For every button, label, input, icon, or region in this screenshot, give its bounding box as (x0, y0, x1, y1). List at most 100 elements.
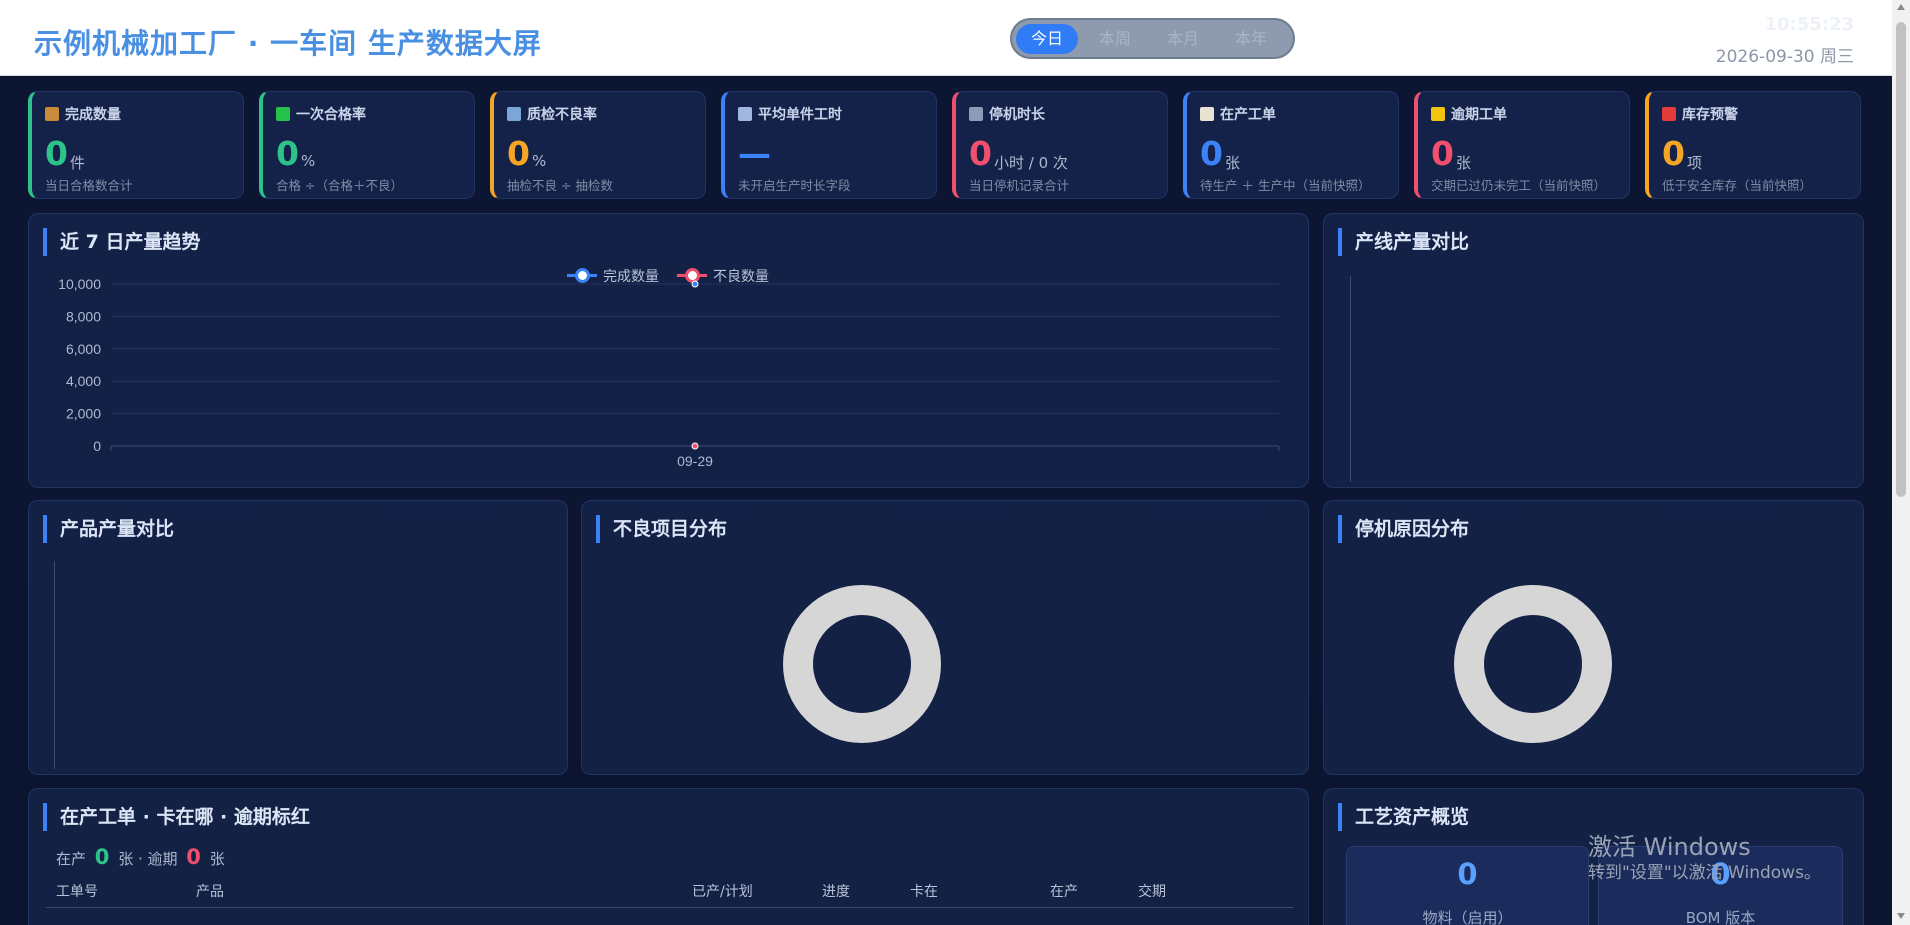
asset-card-materials[interactable]: 0 物料（启用） (1346, 846, 1589, 925)
kpi-unit: 小时 / 0 次 (994, 154, 1068, 172)
kpi-title-text: 一次合格率 (296, 107, 366, 123)
scroll-down-arrow-icon[interactable] (1897, 913, 1905, 919)
kpi-card: 库存预警 0 项低于安全库存（当前快照） (1645, 91, 1861, 199)
kpi-subtitle: 合格 ÷（合格＋不良） (276, 178, 403, 193)
kpi-value: 0 (276, 134, 299, 173)
pause-icon (969, 107, 983, 121)
kpi-title: 完成数量 (45, 104, 121, 124)
kpi-title-text: 完成数量 (65, 107, 121, 123)
kpi-subtitle: 当日合格数合计 (45, 178, 133, 193)
kpi-title-text: 平均单件工时 (758, 107, 842, 123)
kpi-title: 一次合格率 (276, 104, 366, 124)
ledger-icon (45, 107, 59, 121)
activation-watermark-title: 激活 Windows (1588, 833, 1751, 861)
panel-title: 在产工单 · 卡在哪 · 逾期标红 (43, 803, 310, 831)
panel-title: 停机原因分布 (1338, 515, 1469, 543)
kpi-unit: 项 (1687, 154, 1703, 172)
kpi-title: 库存预警 (1662, 104, 1738, 124)
kpi-value: 0 (1431, 134, 1454, 173)
kpi-value: — (738, 134, 771, 173)
defect-dist-panel: 不良项目分布 (581, 500, 1309, 775)
kpi-value: 0 (45, 134, 68, 173)
clock: 10:55:23 (1764, 14, 1854, 35)
panel-title: 产线产量对比 (1338, 228, 1469, 256)
kpi-value: 0 (969, 134, 992, 173)
y-tick-label: 4,000 (66, 373, 101, 389)
y-tick-label: 8,000 (66, 308, 101, 324)
column-header-stuck-at[interactable]: 卡在 (910, 881, 938, 901)
panel-title: 工艺资产概览 (1338, 803, 1469, 831)
column-header-in-process[interactable]: 在产 (1050, 881, 1078, 901)
kpi-title: 在产工单 (1200, 104, 1276, 124)
panel-title: 不良项目分布 (596, 515, 727, 543)
summary-prefix: 在产 (56, 850, 87, 868)
defect-donut-chart (783, 585, 941, 743)
warning-icon (1431, 107, 1445, 121)
kpi-unit: % (532, 152, 547, 170)
chart-axis (54, 561, 55, 769)
tab-month[interactable]: 本月 (1152, 24, 1214, 54)
tab-week[interactable]: 本周 (1084, 24, 1146, 54)
scroll-thumb[interactable] (1896, 22, 1906, 497)
kpi-card: 完成数量 0 件当日合格数合计 (28, 91, 244, 199)
kpi-subtitle: 待生产 ＋ 生产中（当前快照） (1200, 178, 1371, 193)
kpi-value: 0 (1200, 134, 1223, 173)
summary-mid: 张 · 逾期 (118, 850, 178, 868)
kpi-card: 一次合格率 0% 合格 ÷（合格＋不良） (259, 91, 475, 199)
kpi-unit: % (301, 152, 316, 170)
page-scrollbar[interactable] (1892, 0, 1910, 925)
kpi-title-text: 在产工单 (1220, 107, 1276, 123)
kpi-value: 0 (1662, 134, 1685, 173)
kpi-unit: 件 (70, 154, 86, 172)
kpi-title: 质检不良率 (507, 104, 597, 124)
kpi-subtitle: 未开启生产时长字段 (738, 178, 851, 193)
kpi-title: 停机时长 (969, 104, 1045, 124)
page-header: 示例机械加工厂 · 一车间 生产数据大屏 今日 本周 本月 本年 10:55:2… (0, 0, 1892, 76)
stopwatch-icon (738, 107, 752, 121)
check-icon (276, 107, 290, 121)
column-header-product[interactable]: 产品 (196, 881, 224, 901)
summary-suffix: 张 (209, 850, 225, 868)
line-compare-panel: 产线产量对比 (1323, 213, 1864, 488)
tab-today[interactable]: 今日 (1016, 24, 1078, 54)
data-point[interactable] (691, 442, 699, 450)
data-point[interactable] (691, 280, 699, 288)
product-compare-panel: 产品产量对比 (28, 500, 568, 775)
asset-label: BOM 版本 (1685, 909, 1756, 925)
x-tick-label: 09-29 (677, 453, 713, 469)
y-tick-label: 2,000 (66, 406, 101, 422)
scroll-up-arrow-icon[interactable] (1897, 4, 1905, 10)
kpi-title-text: 停机时长 (989, 107, 1045, 123)
kpi-subtitle: 抽检不良 ÷ 抽检数 (507, 178, 613, 193)
kpi-subtitle: 当日停机记录合计 (969, 178, 1070, 193)
trend-panel: 近 7 日产量趋势 完成数量 不良数量 0 2,000 4,000 6,000 8,00… (28, 213, 1309, 488)
kpi-title-text: 库存预警 (1682, 107, 1738, 123)
y-tick-label: 10,000 (58, 276, 101, 292)
kpi-value: 0 (507, 134, 530, 173)
y-tick-label: 0 (93, 438, 101, 454)
table-divider (46, 907, 1293, 908)
panel-title: 产品产量对比 (43, 515, 174, 543)
chart-axis (1350, 276, 1351, 482)
kpi-subtitle: 交期已过仍未完工（当前快照） (1431, 178, 1607, 193)
kpi-subtitle: 低于安全库存（当前快照） (1662, 178, 1813, 193)
dashboard: 完成数量 0 件当日合格数合计 一次合格率 0% 合格 ÷（合格＋不良） 质检不良率 0% 抽检… (0, 76, 1892, 925)
column-header-order-no[interactable]: 工单号 (56, 881, 98, 901)
magnifier-icon (507, 107, 521, 121)
clipboard-icon (1200, 107, 1214, 121)
date-display: 2026-09-30 周三 (1715, 47, 1854, 67)
column-header-produced-plan[interactable]: 已产/计划 (692, 881, 753, 901)
column-header-progress[interactable]: 进度 (822, 881, 850, 901)
overdue-count: 0 (186, 845, 201, 869)
downtime-dist-panel: 停机原因分布 (1323, 500, 1864, 775)
y-tick-label: 6,000 (66, 341, 101, 357)
tab-year[interactable]: 本年 (1220, 24, 1282, 54)
wip-panel: 在产工单 · 卡在哪 · 逾期标红 在产 0 张 · 逾期 0 张 工单号 产品… (28, 788, 1309, 925)
downtime-donut-chart (1454, 585, 1612, 743)
wip-summary: 在产 0 张 · 逾期 0 张 (56, 845, 225, 869)
kpi-title: 平均单件工时 (738, 104, 842, 124)
trend-chart: 0 2,000 4,000 6,000 8,000 10,000 09-29 (58, 276, 1280, 469)
kpi-unit: 张 (1456, 154, 1472, 172)
column-header-due-date[interactable]: 交期 (1138, 881, 1166, 901)
kpi-unit: 张 (1225, 154, 1241, 172)
